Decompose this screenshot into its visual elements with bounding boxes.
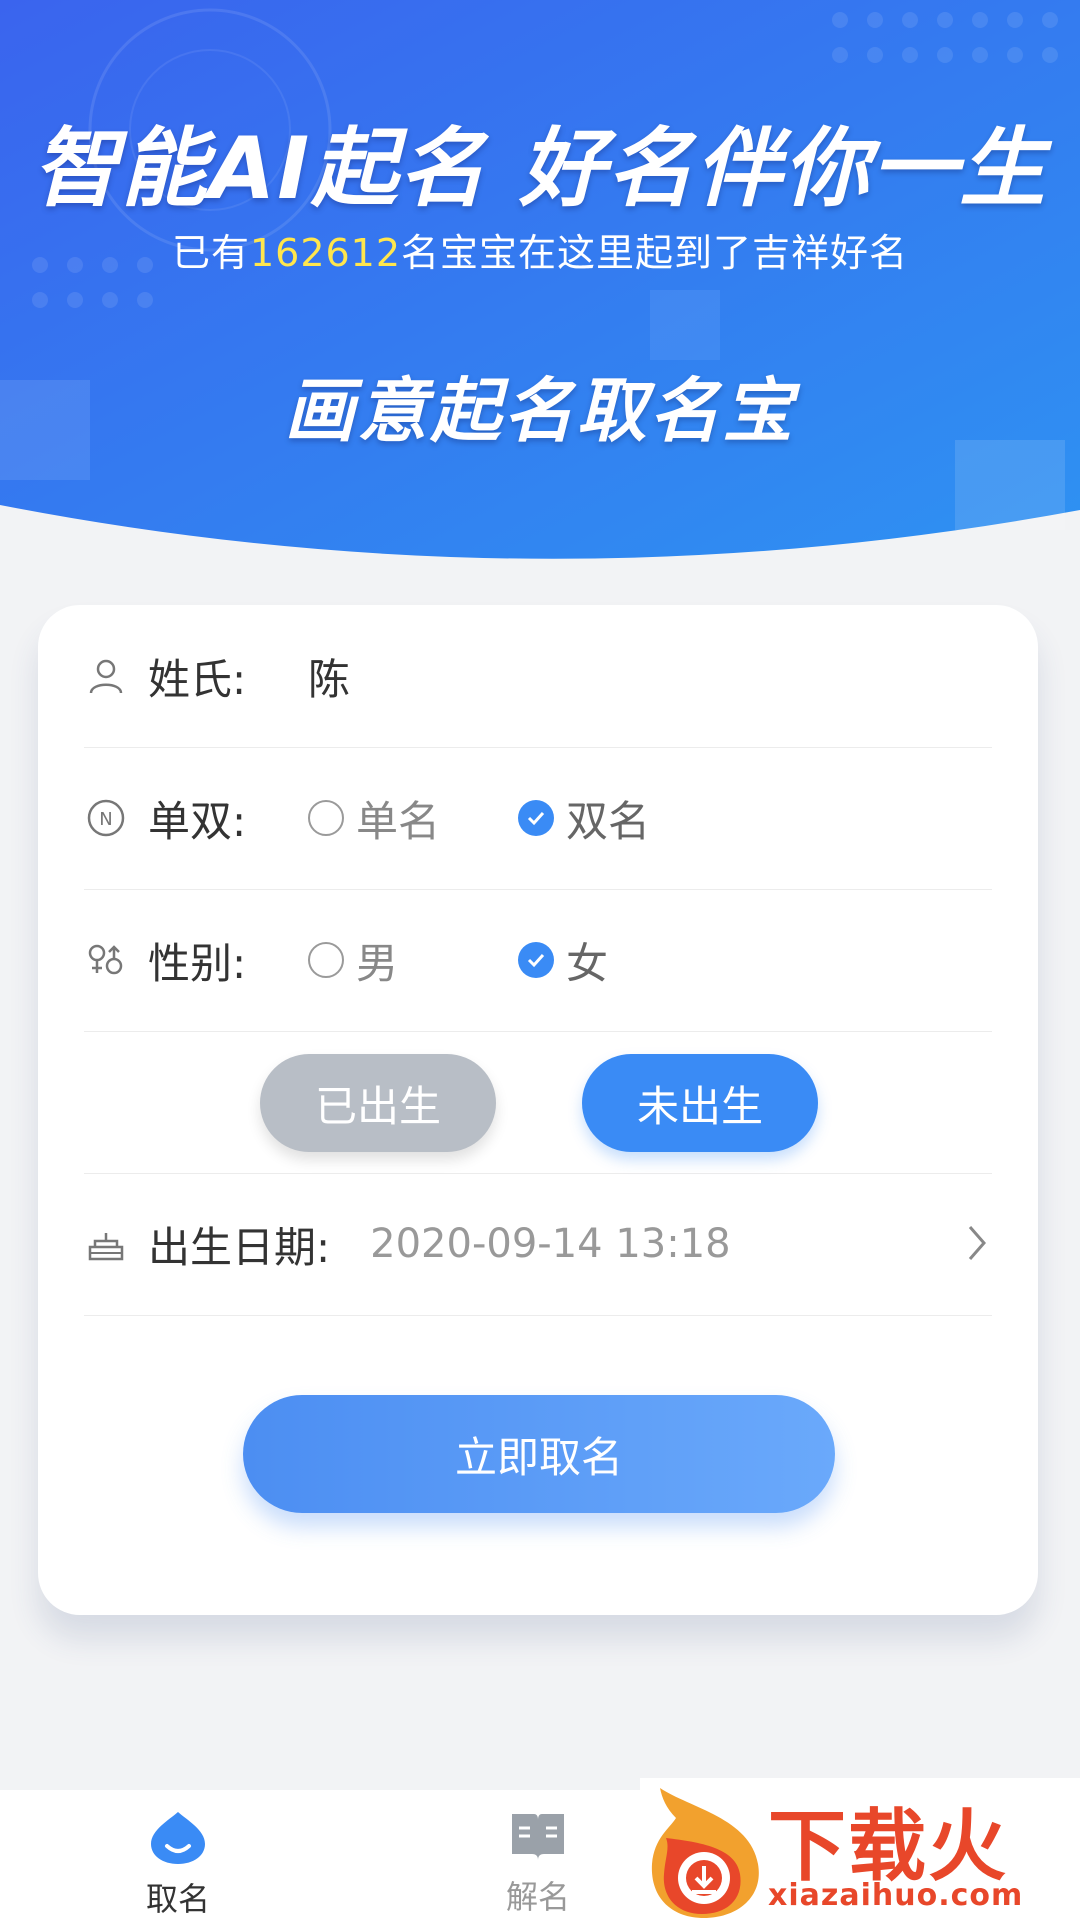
birth-date-label: 出生日期: xyxy=(148,1222,331,1272)
surname-label: 姓氏: xyxy=(148,654,247,704)
surname-row[interactable]: 姓氏: 陈 xyxy=(84,605,992,748)
gender-icon xyxy=(84,938,128,982)
option-male-label: 男 xyxy=(356,938,399,988)
radio-female-checked[interactable] xyxy=(518,942,554,978)
mascot-icon xyxy=(147,1812,209,1870)
check-icon xyxy=(527,811,545,826)
gender-row: 性别: 男 女 xyxy=(84,889,992,1032)
svg-text:N: N xyxy=(99,809,112,830)
hero-subtitle-prefix: 已有 xyxy=(171,231,250,275)
option-male[interactable]: 男 xyxy=(308,930,518,991)
radio-double-name-checked[interactable] xyxy=(518,800,554,836)
option-female-label: 女 xyxy=(566,938,609,988)
book-icon xyxy=(508,1814,568,1868)
check-icon xyxy=(527,953,545,968)
hero-subtitle: 已有162612名宝宝在这里起到了吉祥好名 xyxy=(0,222,1080,277)
hero-banner: 智能AI起名 好名伴你一生 已有162612名宝宝在这里起到了吉祥好名 画意起名… xyxy=(0,0,1080,575)
option-double-name-label: 双名 xyxy=(566,796,651,846)
birth-date-row[interactable]: 出生日期: 2020-09-14 13:18 xyxy=(84,1173,992,1316)
unborn-button[interactable]: 未出生 xyxy=(582,1054,818,1152)
tab-name-analysis-label: 解名 xyxy=(505,1878,570,1916)
option-female[interactable]: 女 xyxy=(518,930,608,991)
app-name: 画意起名取名宝 xyxy=(284,370,796,452)
name-length-label: 单双: xyxy=(148,796,247,846)
option-single-name[interactable]: 单名 xyxy=(308,788,518,849)
tab-name-analysis[interactable]: 解名 xyxy=(448,1808,628,1918)
option-single-name-label: 单名 xyxy=(356,796,441,846)
n-circle-icon: N xyxy=(84,796,128,840)
gender-label: 性别: xyxy=(148,938,247,988)
birth-date-value[interactable]: 2020-09-14 13:18 xyxy=(370,1221,730,1267)
hero-title: 智能AI起名 好名伴你一生 xyxy=(32,119,1048,219)
name-length-row: N 单双: 单名 双名 xyxy=(84,747,992,890)
born-button[interactable]: 已出生 xyxy=(260,1054,496,1152)
generate-name-button[interactable]: 立即取名 xyxy=(243,1395,835,1513)
chevron-right-icon[interactable] xyxy=(962,1221,992,1269)
hero-subtitle-suffix: 名宝宝在这里起到了吉祥好名 xyxy=(401,231,909,275)
tab-naming[interactable]: 取名 xyxy=(88,1808,268,1920)
birth-status-row xyxy=(84,1031,992,1174)
naming-form-card: 姓氏: 陈 N 单双: 单名 双名 性别: 男 女 已出生 未出生 出生日期: … xyxy=(38,605,1038,1615)
option-double-name[interactable]: 双名 xyxy=(518,788,650,849)
baby-count: 162612 xyxy=(249,231,402,275)
tab-naming-label: 取名 xyxy=(145,1880,210,1918)
surname-input[interactable]: 陈 xyxy=(308,646,350,707)
watermark-url: xiazaihuo.com xyxy=(768,1878,1024,1913)
watermark: 下载火 xiazaihuo.com xyxy=(640,1778,1080,1920)
hero-background xyxy=(0,0,1080,559)
radio-male[interactable] xyxy=(308,942,344,978)
person-icon xyxy=(84,654,128,698)
flame-logo-icon xyxy=(651,1788,759,1918)
cake-icon xyxy=(84,1222,128,1266)
radio-single-name[interactable] xyxy=(308,800,344,836)
